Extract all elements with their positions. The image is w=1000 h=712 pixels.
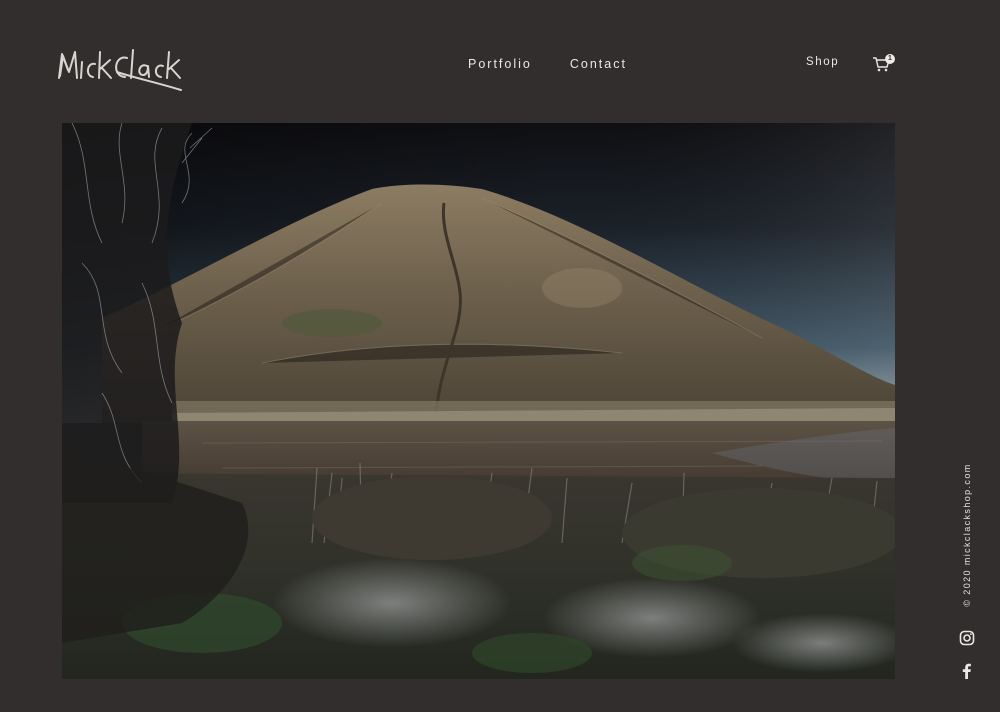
main-nav: Portfolio Contact [468, 57, 627, 71]
facebook-icon [962, 663, 971, 679]
shop-link[interactable]: Shop [806, 56, 839, 68]
facebook-link[interactable] [958, 662, 976, 680]
instagram-icon [959, 630, 975, 646]
landscape-photo-image [62, 123, 895, 679]
cart-count-badge: 1 [885, 54, 895, 64]
page: Portfolio Contact Shop 1 © 2020 mickclac… [0, 0, 1000, 712]
instagram-link[interactable] [958, 629, 976, 647]
signature-logo-icon [58, 49, 182, 91]
copyright-text: © 2020 mickclackshop.com [962, 463, 972, 607]
nav-portfolio-link[interactable]: Portfolio [468, 57, 532, 71]
cart-button[interactable]: 1 [872, 53, 896, 75]
hero-photo [62, 123, 895, 679]
nav-contact-link[interactable]: Contact [570, 57, 627, 71]
site-logo[interactable] [55, 42, 185, 94]
